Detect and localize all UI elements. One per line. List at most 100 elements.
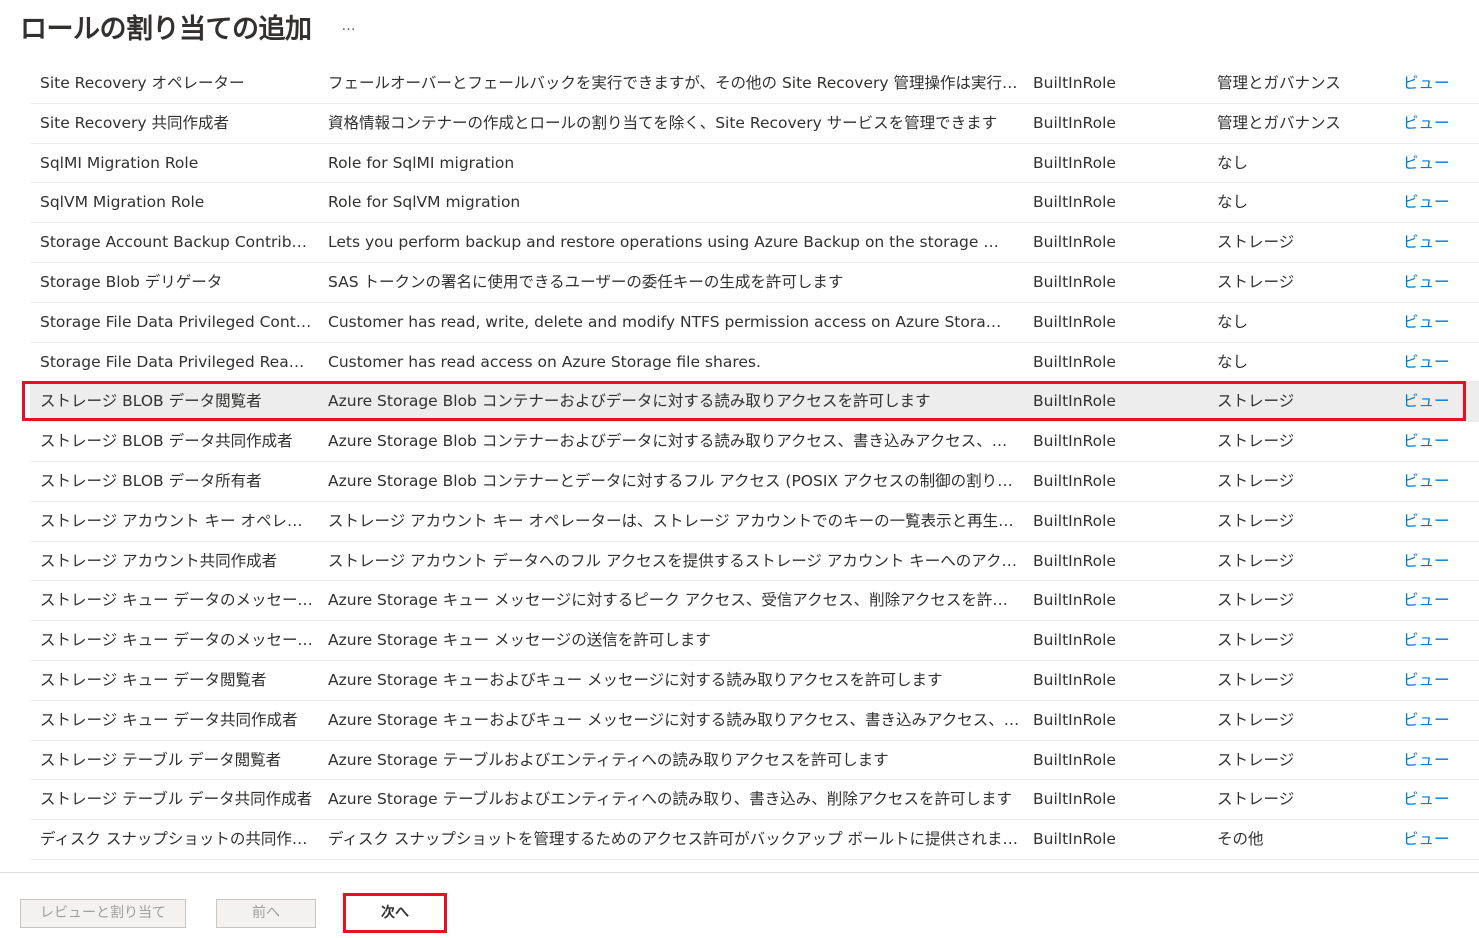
role-row[interactable]: ストレージ キュー データ閲覧者 Azure Storage キューおよびキュー … bbox=[30, 661, 1479, 701]
role-type: BuiltInRole bbox=[1033, 312, 1116, 331]
role-row[interactable]: ストレージ BLOB データ閲覧者 Azure Storage Blob コンテナ… bbox=[30, 382, 1479, 423]
role-description: Azure Storage Blob コンテナーとデータに対するフル アクセス … bbox=[328, 471, 1020, 490]
role-name: ストレージ アカウント キー オペレーターの… bbox=[40, 511, 316, 530]
role-type: BuiltInRole bbox=[1033, 392, 1116, 411]
role-type: BuiltInRole bbox=[1033, 74, 1116, 92]
role-description: Azure Storage Blob コンテナーおよびデータに対する読み取りアク… bbox=[328, 432, 1020, 451]
role-category: ストレージ bbox=[1217, 710, 1295, 729]
role-description: Azure Storage キュー メッセージに対するピーク アクセス、受信アク… bbox=[328, 591, 1020, 610]
role-category: なし bbox=[1217, 352, 1249, 371]
role-name: ディスク スナップショットの共同作成者 bbox=[40, 830, 316, 849]
role-type: BuiltInRole bbox=[1033, 591, 1116, 610]
role-category: ストレージ bbox=[1217, 272, 1295, 291]
role-name: ストレージ キュー データ共同作成者 bbox=[40, 710, 298, 729]
role-category: ストレージ bbox=[1217, 750, 1295, 769]
role-type: BuiltInRole bbox=[1033, 830, 1116, 849]
role-row[interactable]: Site Recovery 共同作成者 資格情報コンテナーの作成とロールの割り当て… bbox=[30, 104, 1479, 144]
role-description: Customer has read access on Azure Storag… bbox=[328, 352, 761, 371]
role-row[interactable]: ディスク スナップショットの共同作成者 ディスク スナップショットを管理するための… bbox=[30, 820, 1479, 860]
role-row[interactable]: ストレージ アカウント共同作成者 ストレージ アカウント データへのフル アクセス… bbox=[30, 542, 1479, 582]
role-category: なし bbox=[1217, 153, 1249, 172]
role-type: BuiltInRole bbox=[1033, 710, 1116, 729]
role-row[interactable]: ストレージ BLOB データ共同作成者 Azure Storage Blob コン… bbox=[30, 422, 1479, 462]
role-description: Role for SqlMI migration bbox=[328, 153, 515, 172]
role-description: Lets you perform backup and restore oper… bbox=[328, 233, 999, 252]
role-name: Site Recovery オペレーター bbox=[40, 74, 245, 92]
role-category: ストレージ bbox=[1217, 511, 1295, 530]
role-type: BuiltInRole bbox=[1033, 153, 1116, 172]
role-type: BuiltInRole bbox=[1033, 471, 1116, 490]
view-link[interactable]: ビュー bbox=[1403, 382, 1463, 421]
role-type: BuiltInRole bbox=[1033, 670, 1116, 689]
next-button[interactable]: 次へ bbox=[347, 897, 443, 929]
view-link[interactable]: ビュー bbox=[1403, 701, 1463, 740]
view-link[interactable]: ビュー bbox=[1403, 183, 1463, 222]
view-link[interactable]: ビュー bbox=[1403, 542, 1463, 581]
previous-button[interactable]: 前へ bbox=[216, 899, 316, 928]
role-category: ストレージ bbox=[1217, 233, 1295, 252]
page-header: ロールの割り当ての追加 … bbox=[20, 4, 357, 48]
role-type: BuiltInRole bbox=[1033, 352, 1116, 371]
role-category: その他 bbox=[1217, 830, 1264, 849]
role-row[interactable]: ストレージ BLOB データ所有者 Azure Storage Blob コンテナ… bbox=[30, 462, 1479, 502]
add-role-assignment-page: ロールの割り当ての追加 … Site Recovery オペレーター フェールオー… bbox=[0, 0, 1479, 938]
role-name: Storage File Data Privileged Rea… bbox=[40, 352, 305, 371]
view-link[interactable]: ビュー bbox=[1403, 462, 1463, 501]
role-row[interactable]: Storage Blob デリゲータ SAS トークンの署名に使用できるユーザーの… bbox=[30, 263, 1479, 303]
role-category: ストレージ bbox=[1217, 471, 1295, 490]
role-row[interactable]: ストレージ キュー データのメッセージ送信者 Azure Storage キュー … bbox=[30, 621, 1479, 661]
role-name: Storage Account Backup Contrib… bbox=[40, 233, 308, 252]
role-name: ストレージ キュー データのメッセージ送信者 bbox=[40, 631, 316, 650]
role-description: フェールオーバーとフェールバックを実行できますが、その他の Site Recov… bbox=[328, 74, 1020, 92]
role-description: Azure Storage テーブルおよびエンティティへの読み取り、書き込み、削… bbox=[328, 790, 1012, 809]
role-category: ストレージ bbox=[1217, 432, 1295, 451]
view-link[interactable]: ビュー bbox=[1403, 104, 1463, 143]
view-link[interactable]: ビュー bbox=[1403, 263, 1463, 302]
view-link[interactable]: ビュー bbox=[1403, 422, 1463, 461]
role-type: BuiltInRole bbox=[1033, 272, 1116, 291]
view-link[interactable]: ビュー bbox=[1403, 741, 1463, 780]
view-link[interactable]: ビュー bbox=[1403, 343, 1463, 382]
role-category: なし bbox=[1217, 312, 1249, 331]
view-link[interactable]: ビュー bbox=[1403, 581, 1463, 620]
role-row[interactable]: ストレージ アカウント キー オペレーターの… ストレージ アカウント キー オペ… bbox=[30, 502, 1479, 542]
role-row[interactable]: Storage Account Backup Contrib… Lets you … bbox=[30, 223, 1479, 263]
role-name: ストレージ テーブル データ共同作成者 bbox=[40, 790, 313, 809]
role-row[interactable]: SqlMI Migration Role Role for SqlMI migra… bbox=[30, 144, 1479, 184]
role-category: ストレージ bbox=[1217, 670, 1295, 689]
view-link[interactable]: ビュー bbox=[1403, 621, 1463, 660]
role-type: BuiltInRole bbox=[1033, 193, 1116, 212]
view-link[interactable]: ビュー bbox=[1403, 303, 1463, 342]
role-row[interactable]: Storage File Data Privileged Cont… Custom… bbox=[30, 303, 1479, 343]
role-description: ディスク スナップショットを管理するためのアクセス許可がバックアップ ボールトに… bbox=[328, 830, 1020, 849]
role-type: BuiltInRole bbox=[1033, 233, 1116, 252]
footer-divider bbox=[0, 872, 1479, 873]
role-description: Azure Storage キューおよびキュー メッセージに対する読み取りアクセ… bbox=[328, 710, 1020, 729]
role-row[interactable]: ストレージ キュー データ共同作成者 Azure Storage キューおよびキュ… bbox=[30, 701, 1479, 741]
view-link[interactable]: ビュー bbox=[1403, 820, 1463, 859]
review-assign-button[interactable]: レビューと割り当て bbox=[20, 899, 186, 928]
view-link[interactable]: ビュー bbox=[1403, 502, 1463, 541]
role-row[interactable]: Site Recovery オペレーター フェールオーバーとフェールバックを実行で… bbox=[30, 64, 1479, 104]
role-description: Customer has read, write, delete and mod… bbox=[328, 312, 1002, 331]
role-category: ストレージ bbox=[1217, 551, 1295, 570]
view-link[interactable]: ビュー bbox=[1403, 223, 1463, 262]
role-row[interactable]: ストレージ テーブル データ共同作成者 Azure Storage テーブルおよび… bbox=[30, 780, 1479, 821]
role-name: ストレージ テーブル データ閲覧者 bbox=[40, 750, 282, 769]
role-description: Azure Storage キューおよびキュー メッセージに対する読み取りアクセ… bbox=[328, 670, 943, 689]
role-row[interactable]: ストレージ キュー データのメッセージ プロ… Azure Storage キュー… bbox=[30, 581, 1479, 622]
view-link[interactable]: ビュー bbox=[1403, 64, 1463, 103]
view-link[interactable]: ビュー bbox=[1403, 661, 1463, 700]
role-type: BuiltInRole bbox=[1033, 790, 1116, 809]
view-link[interactable]: ビュー bbox=[1403, 144, 1463, 183]
role-type: BuiltInRole bbox=[1033, 551, 1116, 570]
view-link[interactable]: ビュー bbox=[1403, 780, 1463, 819]
role-description: Azure Storage テーブルおよびエンティティへの読み取りアクセスを許可… bbox=[328, 750, 889, 769]
role-category: ストレージ bbox=[1217, 631, 1295, 650]
role-row[interactable]: SqlVM Migration Role Role for SqlVM migra… bbox=[30, 183, 1479, 224]
role-name: Site Recovery 共同作成者 bbox=[40, 113, 229, 132]
role-row[interactable]: ストレージ テーブル データ閲覧者 Azure Storage テーブルおよびエン… bbox=[30, 741, 1479, 781]
more-options-icon[interactable]: … bbox=[342, 18, 357, 34]
role-row[interactable]: Storage File Data Privileged Rea… Custome… bbox=[30, 343, 1479, 383]
role-name: ストレージ キュー データのメッセージ プロ… bbox=[40, 591, 316, 610]
